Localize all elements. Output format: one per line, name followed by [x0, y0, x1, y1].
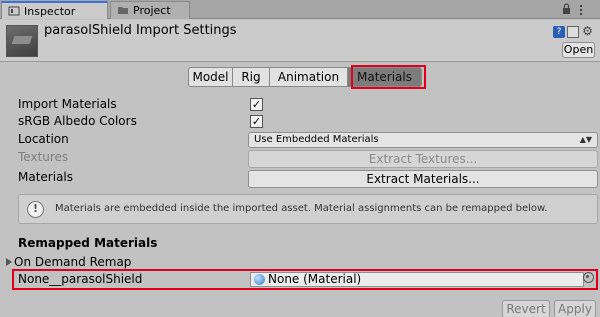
location-dropdown[interactable]: Use Embedded Materials ▲▼: [248, 132, 598, 148]
revert-button[interactable]: Revert: [502, 300, 550, 317]
open-button[interactable]: Open: [562, 42, 595, 58]
location-label: Location: [18, 132, 69, 146]
help-icon[interactable]: ?: [553, 26, 565, 38]
srgb-albedo-label: sRGB Albedo Colors: [18, 114, 137, 128]
tab-inspector-label: Inspector: [24, 5, 76, 18]
info-message-box: ! Materials are embedded inside the impo…: [18, 194, 598, 224]
object-picker-icon[interactable]: [583, 272, 594, 283]
extract-materials-button[interactable]: Extract Materials...: [248, 170, 598, 188]
page-title: parasolShield Import Settings: [44, 23, 237, 38]
extract-textures-button[interactable]: Extract Textures...: [248, 150, 598, 168]
srgb-albedo-checkbox[interactable]: ✓: [250, 115, 263, 128]
asset-thumbnail: [6, 25, 38, 57]
chevron-updown-icon: ▲▼: [579, 135, 592, 144]
on-demand-remap-foldout[interactable]: On Demand Remap: [6, 255, 131, 269]
material-sphere-icon: [254, 274, 265, 285]
import-materials-label: Import Materials: [18, 97, 117, 111]
tab-rig[interactable]: Rig: [233, 67, 270, 87]
foldout-arrow-icon: [6, 258, 12, 266]
apply-button[interactable]: Apply: [554, 300, 596, 317]
import-materials-checkbox[interactable]: ✓: [250, 98, 263, 111]
exclamation-icon: !: [27, 201, 44, 218]
foldout-label: On Demand Remap: [14, 255, 132, 269]
gear-icon[interactable]: ⚙: [581, 25, 594, 38]
materials-label: Materials: [18, 170, 74, 184]
folder-icon: [118, 7, 128, 14]
info-message: Materials are embedded inside the import…: [55, 203, 548, 214]
window-tab-strip: Inspector Project: [0, 0, 600, 19]
location-value: Use Embedded Materials: [254, 134, 379, 145]
textures-label: Textures: [18, 150, 69, 164]
tab-project-label: Project: [133, 4, 171, 17]
tab-project[interactable]: Project: [110, 1, 190, 19]
more-options-icon[interactable]: [579, 4, 583, 16]
tab-model[interactable]: Model: [188, 67, 233, 87]
tab-inspector[interactable]: Inspector: [1, 1, 108, 19]
info-icon: [8, 6, 20, 16]
remapped-materials-title: Remapped Materials: [18, 236, 158, 250]
inspector-header: parasolShield Import Settings ? ⚙ Open: [0, 20, 600, 62]
material-object-field[interactable]: None (Material): [250, 272, 584, 287]
materials-tab-highlight: [351, 65, 426, 89]
preset-icon[interactable]: [567, 26, 579, 38]
remap-row-label: None__parasolShield: [18, 272, 143, 286]
tab-animation[interactable]: Animation: [270, 67, 348, 87]
material-object-value: None (Material): [268, 272, 362, 286]
import-settings-panel: Model Rig Animation Materials Import Mat…: [0, 63, 600, 317]
remap-row: None__parasolShield None (Material): [12, 269, 598, 290]
lock-icon[interactable]: [562, 3, 571, 15]
